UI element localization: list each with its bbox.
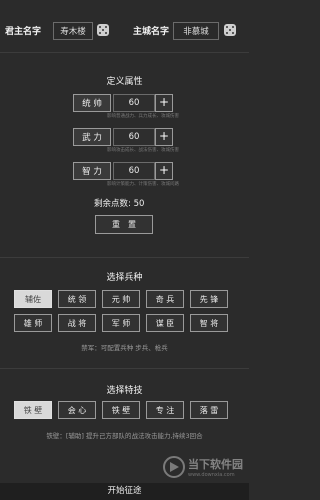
troop-button-2[interactable]: 统 领	[58, 290, 96, 308]
stat-button-leadership[interactable]: 统 帅	[73, 94, 111, 112]
watermark-url: www.downxia.com	[188, 472, 235, 478]
remaining-points: 剩余点数: 50	[94, 199, 145, 209]
lord-name-field[interactable]: 寿木楼	[53, 22, 93, 40]
troop-button-9[interactable]: 谋 臣	[146, 314, 184, 332]
skill-button-4[interactable]: 专 注	[146, 401, 184, 419]
troop-button-5[interactable]: 先 锋	[190, 290, 228, 308]
plus-button-intelligence[interactable]: +	[155, 162, 173, 180]
watermark-logo-icon	[163, 456, 185, 478]
troop-button-4[interactable]: 奇 兵	[146, 290, 184, 308]
troop-button-10[interactable]: 智 将	[190, 314, 228, 332]
troop-button-8[interactable]: 军 师	[102, 314, 140, 332]
skills-note: 铁壁：[辅助] 提升己方部队的战法攻击能力,持续3回合	[46, 432, 203, 440]
attributes-title: 定义属性	[106, 77, 143, 87]
troops-title: 选择兵种	[106, 273, 143, 283]
city-dice-icon[interactable]	[224, 24, 236, 36]
lord-dice-icon[interactable]	[97, 24, 109, 36]
troop-button-7[interactable]: 战 将	[58, 314, 96, 332]
troop-button-6[interactable]: 雄 师	[14, 314, 52, 332]
stat-button-force[interactable]: 武 力	[73, 128, 111, 146]
plus-button-leadership[interactable]: +	[155, 94, 173, 112]
skills-title: 选择特技	[106, 386, 143, 396]
skill-button-2[interactable]: 会 心	[58, 401, 96, 419]
lord-name-label: 君主名字	[5, 27, 42, 37]
stat-hint-intelligence: 影响计策能力、计策伤害、攻城问路	[107, 182, 179, 187]
watermark: 当下软件园 www.downxia.com	[163, 456, 243, 478]
stat-button-intelligence[interactable]: 智 力	[73, 162, 111, 180]
stat-value-intelligence: 60	[113, 162, 155, 180]
divider	[0, 52, 249, 53]
reset-button[interactable]: 重 置	[95, 215, 153, 234]
city-name-label: 主城名字	[133, 27, 170, 37]
stat-hint-force: 影响攻击成长、战法伤害、攻城伤害	[107, 148, 179, 153]
skill-button-3[interactable]: 铁 壁	[102, 401, 140, 419]
skill-button-1[interactable]: 铁 壁	[14, 401, 52, 419]
city-name-field[interactable]: 非慕城	[173, 22, 219, 40]
troops-note: 禁军：可配置兵种 步兵、枪兵	[81, 344, 168, 352]
watermark-text: 当下软件园	[188, 458, 243, 471]
troop-button-1[interactable]: 辅佐	[14, 290, 52, 308]
divider	[0, 257, 249, 258]
stat-hint-leadership: 影响普通战力、兵力成长、攻城伤害	[107, 114, 179, 119]
divider	[0, 368, 249, 369]
stat-value-force: 60	[113, 128, 155, 146]
plus-button-force[interactable]: +	[155, 128, 173, 146]
troop-button-3[interactable]: 元 帅	[102, 290, 140, 308]
skill-button-5[interactable]: 落 雷	[190, 401, 228, 419]
stat-value-leadership: 60	[113, 94, 155, 112]
start-journey-button[interactable]: 开始征途	[0, 483, 249, 500]
